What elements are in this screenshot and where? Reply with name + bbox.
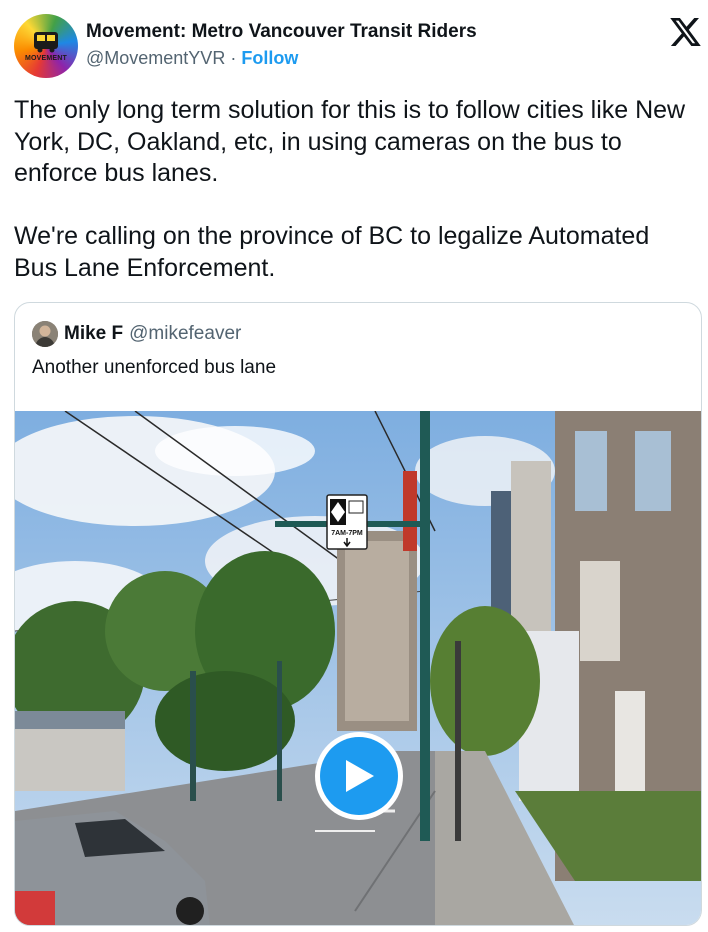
post-text: The only long term solution for this is …	[14, 96, 686, 282]
author-display-name[interactable]: Movement: Metro Vancouver Transit Riders	[86, 20, 477, 44]
avatar-logo-text: MOVEMENT	[24, 55, 68, 62]
bus-icon	[33, 32, 58, 53]
quoted-post-text: Another unenforced bus lane	[32, 357, 277, 378]
quoted-author: Mike F @mikefeaver	[64, 320, 241, 348]
play-button[interactable]	[315, 732, 403, 820]
quoted-author-name[interactable]: Mike F	[64, 323, 123, 344]
video-thumbnail[interactable]: 7AM-7PM	[15, 410, 701, 925]
author-info: Movement: Metro Vancouver Transit Riders…	[86, 20, 477, 70]
follow-button[interactable]: Follow	[241, 48, 298, 68]
quoted-author-avatar[interactable]	[32, 321, 58, 347]
separator-dot: ·	[230, 48, 237, 68]
street-scene-image: 7AM-7PM	[15, 410, 701, 925]
author-avatar[interactable]: MOVEMENT	[14, 14, 78, 78]
quoted-post[interactable]: Mike F @mikefeaver Another unenforced bus…	[14, 302, 702, 926]
author-handle-line: @MovementYVR · Follow	[86, 46, 477, 70]
quoted-author-handle[interactable]: @mikefeaver	[129, 323, 241, 344]
sign-hours-text: 7AM-7PM	[331, 530, 363, 537]
person-avatar-image	[32, 321, 58, 347]
x-logo-icon[interactable]	[670, 18, 701, 46]
author-handle[interactable]: @MovementYVR	[86, 48, 225, 68]
play-icon	[346, 760, 374, 792]
